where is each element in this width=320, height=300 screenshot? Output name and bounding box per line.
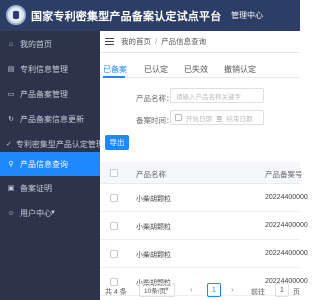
folder-icon: ▭ <box>7 90 15 98</box>
chevron-down-icon: ▼ <box>164 287 170 293</box>
home-icon: ⌂ <box>8 40 14 48</box>
cell-filing-no: 20224400000 <box>265 222 308 229</box>
app-title: 国家专利密集型产品备案认定试点平台 <box>31 11 222 23</box>
sidebar: ⌂ 我的首页 ▤ 专利信息管理 ▭ 产品备案管理 ↻ 产品备案信息更新 ✓ 专利… <box>0 31 104 300</box>
row-checkbox[interactable] <box>110 194 118 202</box>
table-row[interactable]: 小柴胡颗粒 20224400000 <box>100 240 308 268</box>
filing-date-range[interactable]: 开始日期 至 结束日期 <box>170 110 264 125</box>
table-row[interactable]: 小柴胡颗粒 20224400000 <box>100 212 308 240</box>
tab-expired[interactable]: 已失效 <box>184 64 208 75</box>
document-icon: ▤ <box>7 65 15 73</box>
sidebar-item-label: 产品备案管理 <box>20 89 68 99</box>
refresh-icon: ↻ <box>8 115 14 123</box>
sidebar-item-label: 产品信息查询 <box>20 159 68 169</box>
row-checkbox[interactable] <box>110 222 118 230</box>
export-button[interactable]: 导出 <box>105 135 129 150</box>
chevron-down-icon: ▼ <box>50 210 56 216</box>
tab-certified[interactable]: 已认定 <box>144 64 168 75</box>
goto-label: 前往 <box>251 289 265 296</box>
user-center-link[interactable]: 管理中心 <box>231 10 263 21</box>
sidebar-item-label: 我的首页 <box>20 39 52 49</box>
check-icon: ✓ <box>6 140 12 148</box>
calendar-icon <box>175 114 182 121</box>
sidebar-item-label: 备案证明 <box>20 183 52 193</box>
emblem-icon <box>6 5 26 25</box>
sidebar-item-label: 产品备案信息更新 <box>20 114 84 124</box>
filing-date-label: 备案时间： <box>136 116 174 125</box>
breadcrumb-current: 产品信息查询 <box>161 37 207 46</box>
start-date-field[interactable]: 开始日期 <box>186 113 212 123</box>
tab-filed[interactable]: 已备案 <box>103 64 127 75</box>
column-header-product-name: 产品名称 <box>136 170 166 179</box>
menu-toggle-icon[interactable] <box>105 38 114 45</box>
sidebar-item-home[interactable]: ⌂ 我的首页 <box>0 32 100 56</box>
status-tabs: 已备案 已认定 已失效 撤销认定 <box>100 60 300 78</box>
active-tab-indicator <box>103 76 125 78</box>
breadcrumb-home[interactable]: 我的首页 <box>121 36 151 47</box>
table-header: 产品名称 产品备案号 <box>100 162 303 184</box>
certificate-icon: ▣ <box>7 184 15 192</box>
cell-filing-no: 20224400000 <box>265 194 308 201</box>
cell-product-name: 小柴胡颗粒 <box>136 224 171 231</box>
page-size-value: 10条/页 <box>144 288 167 295</box>
cell-filing-no: 20224400000 <box>265 250 308 257</box>
cell-product-name: 小柴胡颗粒 <box>136 196 171 203</box>
prev-page-icon[interactable]: ‹ <box>190 285 193 294</box>
select-all-checkbox[interactable] <box>110 169 118 177</box>
total-count: 共 4 条 <box>105 289 127 296</box>
date-separator: 至 <box>216 115 223 123</box>
sidebar-item-product-filing[interactable]: ▭ 产品备案管理 <box>0 82 100 106</box>
pagination: 共 4 条 10条/页 ▼ ‹ 1 › 前往 1 页 <box>100 282 300 300</box>
sidebar-item-filing-update[interactable]: ↻ 产品备案信息更新 <box>0 107 100 131</box>
sidebar-item-label: 专利密集型产品认定管理 <box>15 139 104 149</box>
user-icon: ☺ <box>7 209 15 217</box>
sidebar-item-certificate[interactable]: ▣ 备案证明 <box>0 176 100 200</box>
sidebar-item-label: 用户中心 <box>20 208 52 218</box>
product-name-label: 产品名称： <box>136 94 174 103</box>
table-row[interactable]: 小柴胡颗粒 20224400000 <box>100 184 308 212</box>
page-number-current[interactable]: 1 <box>207 283 221 297</box>
breadcrumb: 我的首页 / 产品信息查询 <box>100 31 300 53</box>
search-icon: ⚲ <box>8 160 14 168</box>
row-checkbox[interactable] <box>110 250 118 258</box>
column-header-filing-no: 产品备案号 <box>265 170 303 179</box>
next-page-icon[interactable]: › <box>231 285 234 294</box>
product-name-input[interactable]: 请输入产品名称关键字 <box>170 88 264 103</box>
breadcrumb-separator: / <box>155 37 158 46</box>
cell-product-name: 小柴胡颗粒 <box>136 252 171 259</box>
main-content: 我的首页 / 产品信息查询 已备案 已认定 已失效 撤销认定 产品名称： 请输入… <box>100 31 308 300</box>
app-header: 国家专利密集型产品备案认定试点平台 管理中心 <box>0 0 300 31</box>
page-suffix-label: 页 <box>293 289 300 296</box>
sidebar-item-patent-info[interactable]: ▤ 专利信息管理 <box>0 57 100 81</box>
sidebar-item-label: 专利信息管理 <box>20 64 68 74</box>
page-size-select[interactable]: 10条/页 ▼ <box>139 283 175 297</box>
goto-page-input[interactable]: 1 <box>275 283 289 297</box>
sidebar-item-product-query[interactable]: ⚲ 产品信息查询 <box>0 152 100 176</box>
sidebar-item-user-center[interactable]: ☺ 用户中心 ▼ <box>0 201 100 225</box>
end-date-field[interactable]: 结束日期 <box>227 113 253 123</box>
tab-revoked[interactable]: 撤销认定 <box>224 64 256 75</box>
